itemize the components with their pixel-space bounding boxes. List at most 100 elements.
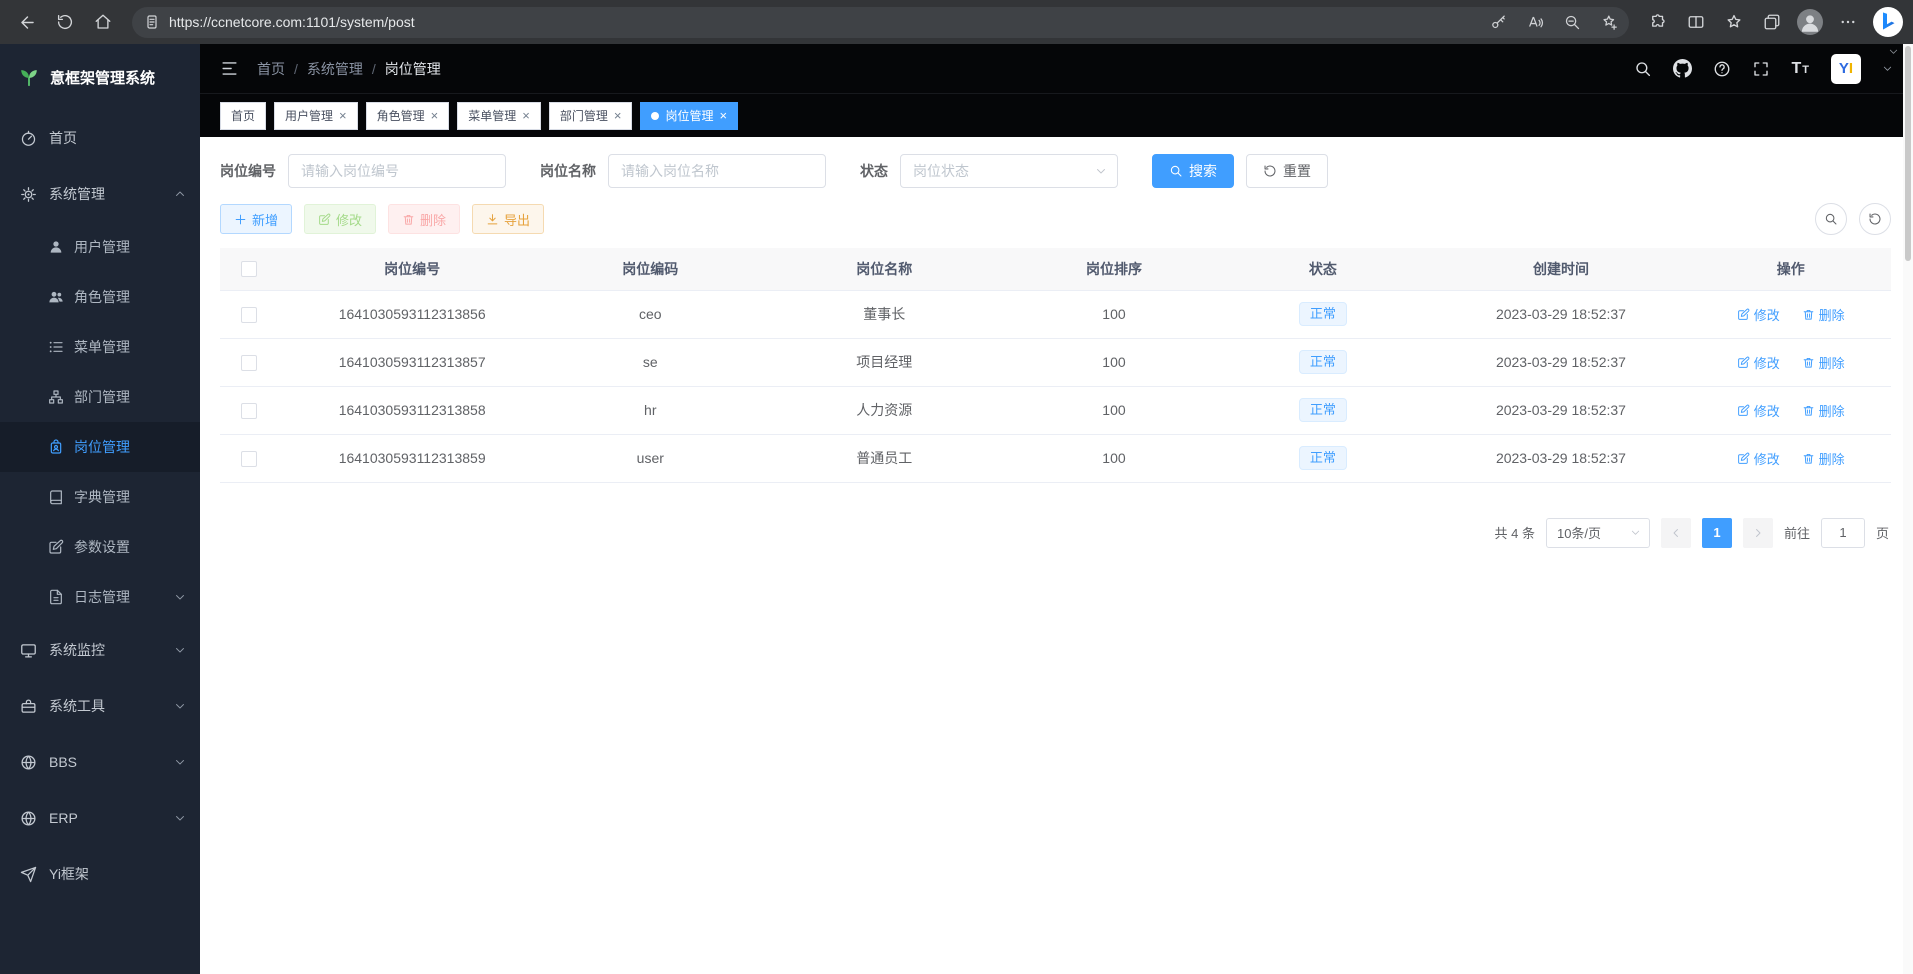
sidebar-item-post-management[interactable]: 岗位管理 xyxy=(0,422,200,472)
sidebar-item-log-management[interactable]: 日志管理 xyxy=(0,572,200,622)
row-delete-button[interactable]: 删除 xyxy=(1802,305,1845,324)
page-size-select[interactable]: 10条/页 xyxy=(1546,518,1650,548)
goto-page-input[interactable] xyxy=(1821,518,1865,548)
sidebar-item-dict-management[interactable]: 字典管理 xyxy=(0,472,200,522)
reset-button[interactable]: 重置 xyxy=(1246,154,1328,188)
close-icon[interactable]: × xyxy=(522,109,530,122)
tag-home[interactable]: 首页 xyxy=(220,102,266,130)
hamburger-icon xyxy=(220,59,239,78)
main-area: 首页 / 系统管理 / 岗位管理 TT YI xyxy=(200,44,1913,974)
prev-page-button[interactable] xyxy=(1661,518,1691,548)
close-icon[interactable]: × xyxy=(339,109,347,122)
back-button[interactable] xyxy=(10,5,44,39)
sidebar-item-bbs[interactable]: BBS xyxy=(0,734,200,790)
search-button[interactable]: 搜索 xyxy=(1152,154,1234,188)
row-edit-button[interactable]: 修改 xyxy=(1737,305,1780,324)
column-header: 操作 xyxy=(1690,248,1891,290)
collections-button[interactable] xyxy=(1755,5,1789,39)
tag-dept-management[interactable]: 部门管理 × xyxy=(549,102,633,130)
next-page-button[interactable] xyxy=(1743,518,1773,548)
close-icon[interactable]: × xyxy=(719,109,727,122)
fullscreen-button[interactable] xyxy=(1752,60,1770,78)
profile-avatar xyxy=(1797,9,1823,35)
read-aloud-button[interactable] xyxy=(1521,8,1549,36)
row-delete-button[interactable]: 删除 xyxy=(1802,353,1845,372)
scrollbar[interactable] xyxy=(1903,44,1913,974)
font-size-button[interactable]: TT xyxy=(1791,61,1810,77)
refresh-table-button[interactable] xyxy=(1859,203,1891,235)
header-search-button[interactable] xyxy=(1634,60,1652,78)
sidebar-item-label: 日志管理 xyxy=(74,587,164,607)
trash-icon xyxy=(1802,452,1815,465)
select-all-checkbox[interactable] xyxy=(241,261,257,277)
row-checkbox[interactable] xyxy=(241,307,257,323)
sidebar-item-erp[interactable]: ERP xyxy=(0,790,200,846)
tag-role-management[interactable]: 角色管理 × xyxy=(366,102,450,130)
toggle-search-button[interactable] xyxy=(1815,203,1847,235)
post-name-input[interactable] xyxy=(608,154,826,188)
row-edit-button[interactable]: 修改 xyxy=(1737,401,1780,420)
help-button[interactable] xyxy=(1713,60,1731,78)
user-avatar[interactable]: YI xyxy=(1831,54,1861,84)
sidebar-toggle-button[interactable] xyxy=(220,59,239,78)
cell-post-code: user xyxy=(546,434,755,482)
breadcrumb-home[interactable]: 首页 xyxy=(257,59,285,79)
row-checkbox[interactable] xyxy=(241,451,257,467)
ellipsis-icon xyxy=(1839,13,1857,31)
page-button-1[interactable]: 1 xyxy=(1702,518,1732,548)
sidebar-item-label: 首页 xyxy=(49,128,186,148)
more-menu-button[interactable] xyxy=(1831,5,1865,39)
extensions-button[interactable] xyxy=(1641,5,1675,39)
delete-button[interactable]: 删除 xyxy=(388,204,460,234)
github-button[interactable] xyxy=(1673,59,1692,78)
cell-post-id: 1641030593112313857 xyxy=(278,338,545,386)
row-delete-button[interactable]: 删除 xyxy=(1802,401,1845,420)
row-checkbox[interactable] xyxy=(241,403,257,419)
favorites-button[interactable] xyxy=(1717,5,1751,39)
edit-button[interactable]: 修改 xyxy=(304,204,376,234)
split-screen-button[interactable] xyxy=(1679,5,1713,39)
close-icon[interactable]: × xyxy=(614,109,622,122)
row-checkbox[interactable] xyxy=(241,355,257,371)
favorite-add-button[interactable] xyxy=(1595,8,1623,36)
sidebar-item-param-settings[interactable]: 参数设置 xyxy=(0,522,200,572)
scrollbar-thumb[interactable] xyxy=(1905,46,1911,261)
sidebar-item-system-monitor[interactable]: 系统监控 xyxy=(0,622,200,678)
tag-user-management[interactable]: 用户管理 × xyxy=(274,102,358,130)
row-edit-button[interactable]: 修改 xyxy=(1737,449,1780,468)
sidebar-item-system-tools[interactable]: 系统工具 xyxy=(0,678,200,734)
tag-post-management[interactable]: 岗位管理 × xyxy=(640,102,738,130)
export-button[interactable]: 导出 xyxy=(472,204,544,234)
sidebar-item-menu-management[interactable]: 菜单管理 xyxy=(0,322,200,372)
status-select[interactable]: 岗位状态 xyxy=(900,154,1118,188)
sidebar-item-system-management[interactable]: 系统管理 xyxy=(0,166,200,222)
search-form: 岗位编号 岗位名称 状态 岗位状态 搜索 xyxy=(220,154,1891,188)
zoom-button[interactable] xyxy=(1558,8,1586,36)
home-button[interactable] xyxy=(86,5,120,39)
caret-down-icon[interactable] xyxy=(1882,63,1893,74)
app-logo[interactable]: 意框架管理系统 xyxy=(0,44,200,110)
row-edit-button[interactable]: 修改 xyxy=(1737,353,1780,372)
copilot-button[interactable] xyxy=(1873,7,1903,37)
tag-menu-management[interactable]: 菜单管理 × xyxy=(457,102,541,130)
split-screen-icon xyxy=(1687,13,1705,31)
refresh-button[interactable] xyxy=(48,5,82,39)
address-bar[interactable]: https://ccnetcore.com:1101/system/post xyxy=(132,7,1629,38)
avatar-logo: Y xyxy=(1839,60,1849,77)
link-label: 删除 xyxy=(1819,305,1845,324)
row-delete-button[interactable]: 删除 xyxy=(1802,449,1845,468)
sidebar-collapse-caret[interactable] xyxy=(1888,46,1899,57)
profile-button[interactable] xyxy=(1793,5,1827,39)
breadcrumb-system[interactable]: 系统管理 xyxy=(307,59,363,79)
tag-bar: 首页 用户管理 × 角色管理 × 菜单管理 × 部门管理 × 岗位管理 × xyxy=(200,93,1913,137)
sidebar-item-dept-management[interactable]: 部门管理 xyxy=(0,372,200,422)
status-badge: 正常 xyxy=(1299,398,1347,422)
sidebar-item-home[interactable]: 首页 xyxy=(0,110,200,166)
password-button[interactable] xyxy=(1484,8,1512,36)
sidebar-item-yi-framework[interactable]: Yi框架 xyxy=(0,846,200,902)
add-button[interactable]: 新增 xyxy=(220,204,292,234)
close-icon[interactable]: × xyxy=(431,109,439,122)
sidebar-item-role-management[interactable]: 角色管理 xyxy=(0,272,200,322)
post-id-input[interactable] xyxy=(288,154,506,188)
sidebar-item-user-management[interactable]: 用户管理 xyxy=(0,222,200,272)
